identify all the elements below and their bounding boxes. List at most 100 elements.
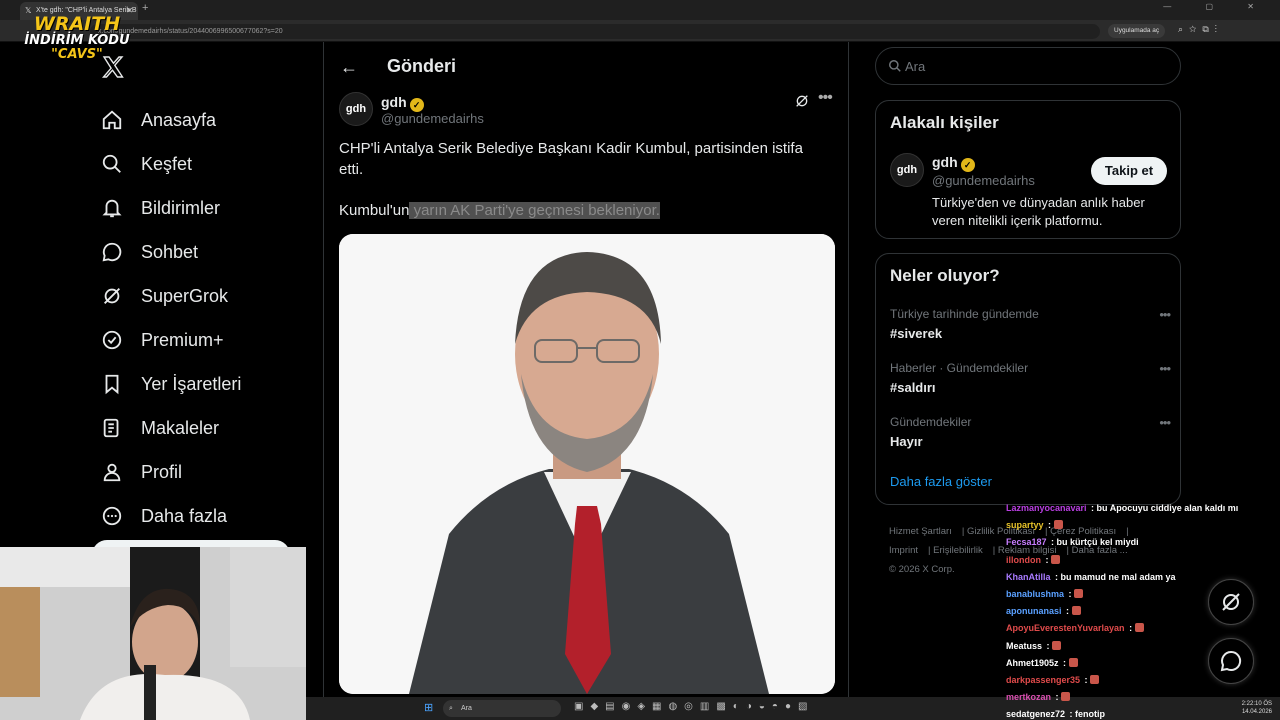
chat-username[interactable]: aponunanasi (1006, 606, 1062, 616)
emote-icon (1074, 589, 1084, 599)
nav-item-supergrok[interactable]: SuperGrok (100, 274, 241, 318)
emote-icon (1068, 657, 1078, 667)
taskbar-app-icons[interactable]: ▣◆▤◉◈▦◍◎▥▩◐◑◒◓●▧ (574, 701, 814, 712)
window-controls[interactable]: — ▢ ✕ (1163, 2, 1270, 11)
chat-username[interactable]: illondon (1006, 555, 1041, 565)
chat-username[interactable]: Lazmanyocanavari (1006, 503, 1087, 513)
avatar[interactable]: gdh (890, 153, 924, 187)
chat-username[interactable]: ApoyuEverestenYuvarlayan (1006, 623, 1125, 633)
trend-meta: Haberler · Gündemdekiler (890, 361, 1029, 375)
chat-username[interactable]: banablushma (1006, 589, 1064, 599)
related-name[interactable]: gdh ✓ (932, 154, 975, 172)
chat-separator: : (1043, 554, 1051, 565)
chat-separator: : (1048, 537, 1057, 548)
chat-message: Fecsa187 : bu kürtçü kel miydi (1006, 534, 1266, 551)
chat-text: bu kürtçü kel miydi (1056, 537, 1139, 548)
taskbar-search[interactable]: ⌕ Ara (443, 700, 561, 717)
page-title: Gönderi (387, 56, 457, 76)
chat-username[interactable]: Fecsa187 (1006, 537, 1047, 547)
avatar[interactable]: gdh (339, 92, 373, 126)
post-text-selected: yarın AK Parti'ye geçmesi bekleniyor. (409, 202, 660, 219)
chat-separator: : (1053, 692, 1062, 703)
follow-button[interactable]: Takip et (1091, 157, 1167, 185)
trends-card: Neler oluyor? Türkiye tarihinde gündemde… (875, 253, 1181, 505)
author-handle[interactable]: @gundemedairhs (381, 111, 484, 126)
chat-icon (100, 240, 124, 264)
post-image[interactable] (339, 234, 835, 694)
nav-label: Sohbet (141, 241, 199, 262)
search-icon (889, 60, 901, 72)
grok-icon[interactable] (794, 93, 810, 109)
chat-username[interactable]: supartyy (1006, 520, 1044, 530)
trend-name: Hayır (890, 434, 923, 449)
chat-text: bu Apocuyu ciddiye alan kaldı mı (1096, 503, 1239, 513)
chat-separator: : (1060, 657, 1069, 668)
trend-item[interactable]: Türkiye tarihinde gündemde #siverek ••• (890, 307, 1171, 341)
chat-username[interactable]: Ahmet1905z (1006, 658, 1059, 668)
windows-start-icon[interactable]: ⊞ (424, 701, 433, 714)
search-icon: ⌕ (449, 705, 453, 712)
sponsor-code: "CAVS" (51, 47, 103, 62)
trend-item[interactable]: Haberler · Gündemdekiler #saldırı ••• (890, 361, 1171, 395)
show-more-link[interactable]: Daha fazla göster (890, 474, 992, 489)
nav-item-notifications[interactable]: Bildirimler (100, 186, 241, 230)
nav-label: Premium+ (141, 329, 224, 350)
post-text-plain: Kumbul'un (339, 202, 410, 219)
new-tab-icon[interactable]: + (142, 2, 148, 14)
trend-meta: Gündemdekiler (890, 415, 972, 429)
chat-separator: : (1045, 520, 1054, 531)
nav-label: SuperGrok (141, 285, 229, 306)
nav-item-premium[interactable]: Premium+ (100, 318, 241, 362)
nav-label: Yer İşaretleri (141, 373, 242, 394)
more-circle-icon (100, 504, 124, 528)
footer-link[interactable]: Hizmet Şartları (889, 526, 952, 537)
nav-item-explore[interactable]: Keşfet (100, 142, 241, 186)
nav-item-articles[interactable]: Makaleler (100, 406, 241, 450)
trend-meta: Türkiye tarihinde gündemde (890, 307, 1039, 321)
chat-separator: : (1063, 606, 1072, 617)
chat-username[interactable]: sedatgenez72 (1006, 709, 1065, 719)
nav-item-home[interactable]: Anasayfa (100, 98, 241, 142)
trends-title: Neler oluyor? (890, 266, 1000, 285)
chat-message: sedatgenez72 : fenotip (1006, 706, 1266, 720)
chat-username[interactable]: mertkozan (1006, 692, 1051, 702)
messages-fab-button[interactable] (1208, 638, 1254, 684)
footer-link[interactable]: Erişilebilirlik (933, 545, 983, 556)
verified-icon: ✓ (960, 158, 975, 172)
author-name[interactable]: gdh ✓ (381, 94, 424, 112)
chat-separator: : (1066, 589, 1075, 600)
article-icon (100, 416, 124, 440)
trend-item[interactable]: Gündemdekiler Hayır ••• (890, 415, 1171, 449)
footer-link[interactable]: Imprint (889, 545, 918, 556)
more-options-icon[interactable]: ••• (818, 89, 833, 107)
nav-item-bookmarks[interactable]: Yer İşaretleri (100, 362, 241, 406)
emote-icon (1134, 623, 1144, 633)
chat-username[interactable]: darkpassenger35 (1006, 675, 1080, 685)
more-options-icon[interactable]: ••• (1159, 415, 1171, 430)
nav-label: Profil (141, 461, 183, 482)
more-options-icon[interactable]: ••• (1159, 361, 1171, 376)
related-handle[interactable]: @gundemedairhs (932, 173, 1035, 188)
grok-fab-button[interactable] (1208, 579, 1254, 625)
emote-icon (1053, 520, 1063, 530)
open-in-app-button[interactable]: Uygulamada aç (1108, 24, 1166, 38)
chat-message: illondon : (1006, 552, 1266, 569)
chat-message: Lazmanyocanavari : bu Apocuyu ciddiye al… (1006, 500, 1266, 517)
more-options-icon[interactable]: ••• (1159, 307, 1171, 322)
chat-username[interactable]: Meatuss (1006, 641, 1042, 651)
chat-username[interactable]: KhanAtilla (1006, 572, 1051, 582)
back-arrow-icon[interactable]: ← (340, 57, 358, 78)
search-placeholder: Ara (905, 59, 926, 74)
toolbar-icons[interactable]: ⌕☆⧉⋮ (1178, 24, 1223, 35)
search-input[interactable]: Ara (875, 47, 1181, 85)
grok-icon (100, 284, 124, 308)
nav-label: Makaleler (141, 417, 220, 438)
nav-item-more[interactable]: Daha fazla (100, 494, 241, 538)
url-field[interactable]: x.com/gundemedairhs/status/2044006996500… (90, 24, 1100, 39)
home-icon (100, 108, 124, 132)
chat-separator: : (1088, 503, 1097, 513)
nav-item-profile[interactable]: Profil (100, 450, 241, 494)
taskbar-search-label: Ara (461, 705, 472, 712)
sponsor-promo-line: İNDİRİM KODU (24, 33, 130, 48)
nav-item-chat[interactable]: Sohbet (100, 230, 241, 274)
